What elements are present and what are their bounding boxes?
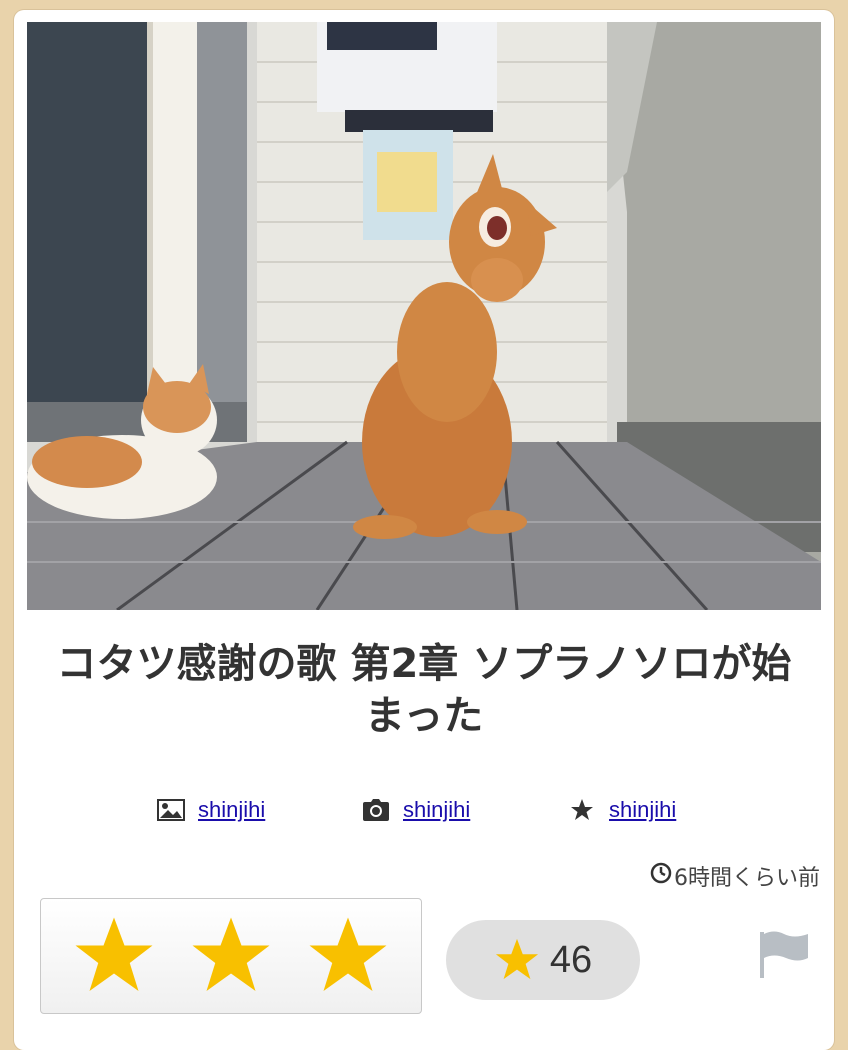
star-icon — [567, 798, 597, 822]
star-count: 46 — [549, 938, 593, 981]
credit-image: shinjihi — [156, 790, 265, 830]
star-icon — [495, 938, 538, 980]
entry-card: コタツ感謝の歌 第2章 ソプラノソロが始まった shinjihi shinjih… — [14, 10, 834, 1050]
credit-star-user-link[interactable]: shinjihi — [609, 797, 676, 823]
flag-icon[interactable] — [756, 928, 812, 980]
star-icon — [75, 917, 153, 991]
credit-star: shinjihi — [567, 790, 676, 830]
entry-photo[interactable] — [27, 22, 821, 610]
star-count-badge[interactable]: 46 — [446, 920, 640, 1000]
camera-icon — [361, 798, 391, 822]
credit-camera: shinjihi — [361, 790, 470, 830]
credit-camera-user-link[interactable]: shinjihi — [403, 797, 470, 823]
star-icon — [309, 917, 387, 991]
image-icon — [156, 798, 186, 822]
credit-image-user-link[interactable]: shinjihi — [198, 797, 265, 823]
star-icon — [192, 917, 270, 991]
time-ago-text: 6時間くらい前 — [674, 866, 820, 891]
photo-illustration — [27, 22, 821, 610]
credits-row: shinjihi shinjihi shinjihi — [14, 790, 834, 830]
add-star-button[interactable] — [40, 898, 422, 1014]
entry-title: コタツ感謝の歌 第2章 ソプラノソロが始まった — [56, 641, 792, 739]
time-ago: 6時間くらい前 — [650, 860, 820, 892]
clock-icon — [650, 862, 672, 890]
